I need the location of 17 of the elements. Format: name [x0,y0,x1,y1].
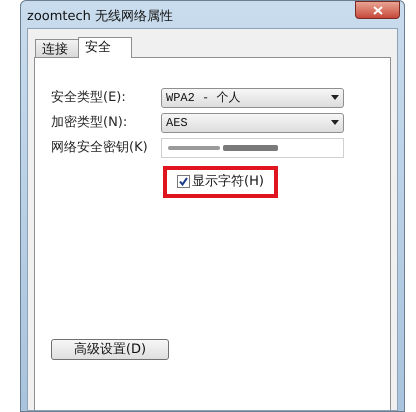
close-button[interactable] [355,1,400,19]
close-icon [372,6,382,14]
tab[interactable]: 安全 [78,37,132,58]
advanced-settings-button[interactable]: 高级设置(D) [51,338,169,360]
field-label: 加密类型(N): [51,114,128,132]
dropdown-arrow-icon [331,95,339,100]
key-field[interactable] [161,138,344,158]
dropdown-arrow-icon [331,120,339,125]
checkmark-icon [179,177,188,186]
window-title: zoomtech 无线网络属性 [27,8,174,26]
dropdown[interactable]: AES [161,112,344,132]
checkbox[interactable] [177,175,190,188]
dropdown[interactable]: WPA2 - 个人 [161,88,344,108]
show-characters-checkbox[interactable]: 显示字符(H) [177,172,264,192]
field-label: 安全类型(E): [51,88,127,107]
tab[interactable]: 连接 [35,39,78,57]
field-label: 网络安全密钥(K) [51,138,149,157]
